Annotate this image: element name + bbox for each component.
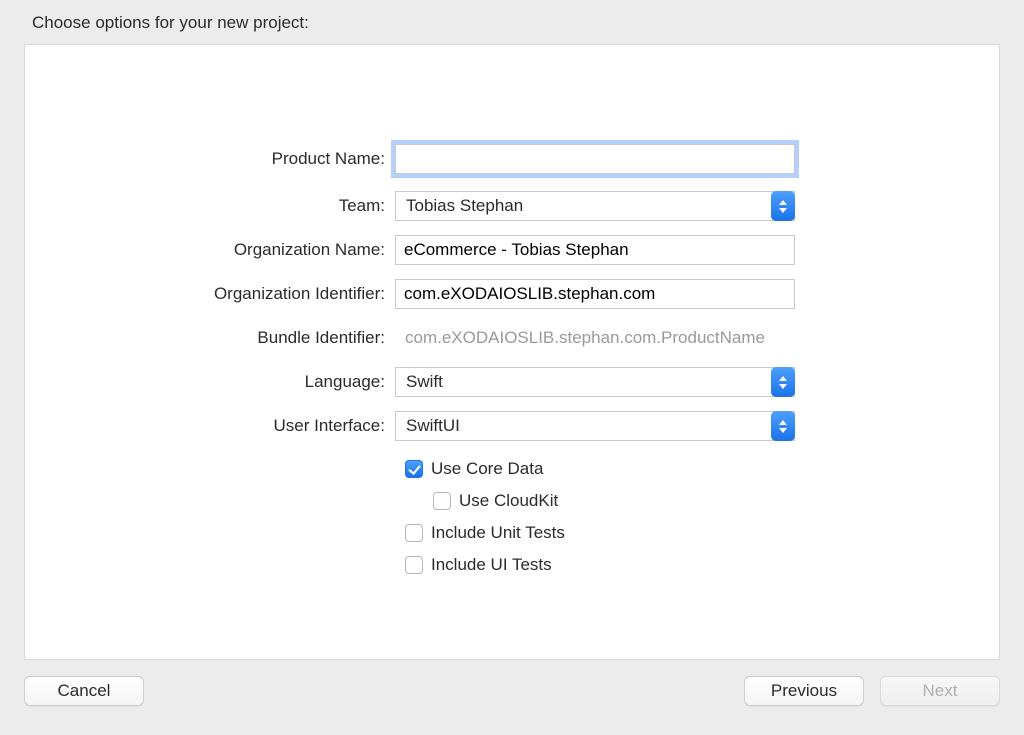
previous-button[interactable]: Previous — [744, 676, 864, 706]
bundle-identifier-value: com.eXODAIOSLIB.stephan.com.ProductName — [395, 328, 795, 348]
next-button[interactable]: Next — [880, 676, 1000, 706]
user-interface-popup[interactable]: SwiftUI — [395, 411, 795, 441]
options-checkboxes: Use Core Data Use CloudKit Include Unit … — [25, 455, 999, 579]
user-interface-value: SwiftUI — [406, 416, 784, 436]
updown-arrows-icon — [771, 411, 795, 441]
use-core-data-checkbox[interactable] — [405, 460, 423, 478]
updown-arrows-icon — [771, 367, 795, 397]
team-label: Team: — [25, 196, 395, 216]
organization-identifier-label: Organization Identifier: — [25, 284, 395, 304]
product-name-label: Product Name: — [25, 149, 395, 169]
language-label: Language: — [25, 372, 395, 392]
use-cloudkit-label: Use CloudKit — [459, 491, 558, 511]
include-unit-tests-label: Include Unit Tests — [431, 523, 565, 543]
bundle-identifier-label: Bundle Identifier: — [25, 328, 395, 348]
include-ui-tests-label: Include UI Tests — [431, 555, 552, 575]
language-popup[interactable]: Swift — [395, 367, 795, 397]
use-cloudkit-checkbox[interactable] — [433, 492, 451, 510]
team-popup[interactable]: Tobias Stephan — [395, 191, 795, 221]
dialog-title: Choose options for your new project: — [32, 13, 309, 33]
organization-identifier-input[interactable] — [395, 279, 795, 309]
new-project-options-dialog: Choose options for your new project: Pro… — [0, 0, 1024, 735]
language-value: Swift — [406, 372, 784, 392]
include-unit-tests-checkbox[interactable] — [405, 524, 423, 542]
use-core-data-label: Use Core Data — [431, 459, 543, 479]
include-ui-tests-checkbox[interactable] — [405, 556, 423, 574]
organization-name-input[interactable] — [395, 235, 795, 265]
cancel-button[interactable]: Cancel — [24, 676, 144, 706]
options-panel: Product Name: Team: Tobias Stephan Organ… — [24, 44, 1000, 660]
options-form: Product Name: Team: Tobias Stephan Organ… — [25, 141, 999, 583]
product-name-input[interactable] — [395, 144, 795, 174]
organization-name-label: Organization Name: — [25, 240, 395, 260]
dialog-buttons: Cancel Previous Next — [24, 676, 1000, 708]
user-interface-label: User Interface: — [25, 416, 395, 436]
team-value: Tobias Stephan — [406, 196, 784, 216]
updown-arrows-icon — [771, 191, 795, 221]
